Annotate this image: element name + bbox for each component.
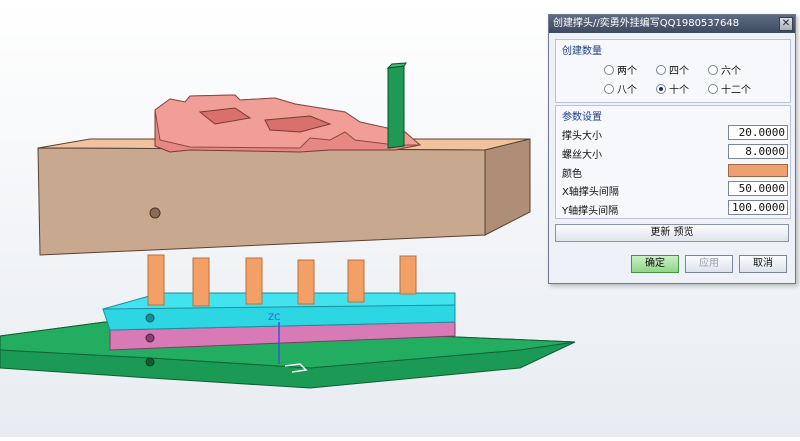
radio-label: 十二个 [721, 85, 751, 96]
x-spacing-row: X轴撑头间隔 50.0000 [562, 181, 790, 198]
radio-label: 六个 [721, 66, 741, 77]
color-label: 颜色 [562, 169, 582, 180]
radio-circle-icon [604, 83, 614, 94]
count-radio-row-1: 两个 四个 六个 [604, 62, 760, 77]
green-sprue-pillar[interactable] [386, 62, 407, 149]
radio-label: 十个 [669, 85, 689, 96]
cancel-button[interactable]: 取消 [739, 255, 787, 273]
count-group: 创建数量 两个 四个 六个 八个 十个 十二个 [555, 39, 791, 103]
count-group-title: 创建数量 [562, 46, 602, 57]
params-group: 参数设置 撑头大小 20.0000 螺丝大小 8.0000 颜色 X轴撑头间隔 … [555, 105, 791, 219]
close-button[interactable]: ✕ [779, 17, 793, 31]
params-group-title: 参数设置 [562, 112, 602, 123]
radio-label: 两个 [617, 66, 637, 77]
color-row: 颜色 [562, 163, 790, 180]
radio-six[interactable]: 六个 [708, 62, 760, 77]
color-swatch[interactable] [728, 164, 788, 177]
screw-size-label: 螺丝大小 [562, 150, 602, 161]
radio-circle-icon [708, 83, 718, 94]
radio-circle-icon [656, 64, 666, 75]
x-spacing-input[interactable]: 50.0000 [728, 181, 788, 196]
head-size-input[interactable]: 20.0000 [728, 125, 788, 140]
zc-axis-label: ZC [268, 313, 280, 323]
screw-size-row: 螺丝大小 8.0000 [562, 144, 790, 161]
radio-label: 四个 [669, 66, 689, 77]
radio-four[interactable]: 四个 [656, 62, 708, 77]
radio-circle-icon [604, 64, 614, 75]
radio-eight[interactable]: 八个 [604, 81, 656, 96]
screw-size-input[interactable]: 8.0000 [728, 144, 788, 159]
update-preview-button[interactable]: 更新 预览 [555, 224, 789, 242]
radio-two[interactable]: 两个 [604, 62, 656, 77]
create-support-dialog[interactable]: 创建撑头//奕勇外挂编写QQ1980537648 ✕ 创建数量 两个 四个 六个… [548, 14, 796, 284]
ok-button[interactable]: 确定 [631, 255, 679, 273]
mold-main-block[interactable] [37, 138, 531, 256]
y-spacing-row: Y轴撑头间隔 100.0000 [562, 200, 790, 217]
radio-label: 八个 [617, 85, 637, 96]
head-size-label: 撑头大小 [562, 131, 602, 142]
red-core-insert[interactable] [154, 94, 422, 153]
apply-button[interactable]: 应用 [685, 255, 733, 273]
radio-selected-icon [656, 83, 666, 94]
radio-twelve[interactable]: 十二个 [708, 81, 760, 96]
y-spacing-label: Y轴撑头间隔 [562, 206, 619, 217]
head-size-row: 撑头大小 20.0000 [562, 125, 790, 142]
radio-ten[interactable]: 十个 [656, 81, 708, 96]
close-icon: ✕ [781, 18, 791, 29]
y-spacing-input[interactable]: 100.0000 [728, 200, 788, 215]
count-radio-row-2: 八个 十个 十二个 [604, 81, 760, 96]
x-spacing-label: X轴撑头间隔 [562, 187, 619, 198]
dialog-titlebar[interactable]: 创建撑头//奕勇外挂编写QQ1980537648 ✕ [549, 15, 795, 33]
dialog-title: 创建撑头//奕勇外挂编写QQ1980537648 [553, 18, 740, 29]
radio-circle-icon [708, 64, 718, 75]
